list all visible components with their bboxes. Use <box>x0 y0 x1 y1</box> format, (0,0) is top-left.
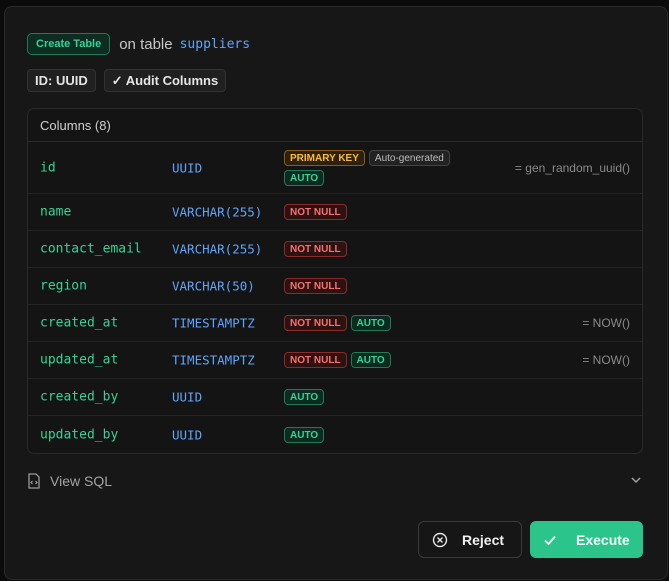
reject-label: Reject <box>462 531 505 548</box>
view-sql-label: View SQL <box>50 473 112 489</box>
auto-badge: AUTO <box>284 389 325 405</box>
column-name: id <box>40 160 56 175</box>
not-null-badge: NOT NULL <box>284 204 347 220</box>
reject-button[interactable]: Reject <box>418 521 522 558</box>
column-badges: AUTO <box>284 389 484 405</box>
tag-list: ID: UUID ✓ Audit Columns <box>27 69 227 92</box>
column-badges: NOT NULL <box>284 241 484 257</box>
table-name: suppliers <box>179 36 251 52</box>
auto-badge: AUTO <box>284 426 325 443</box>
column-row: region VARCHAR(50) NOT NULL <box>28 268 642 305</box>
column-type: VARCHAR(255) <box>172 241 263 257</box>
execute-button[interactable]: Execute <box>530 521 643 558</box>
tag-audit-columns: ✓ Audit Columns <box>103 69 227 92</box>
column-name: region <box>40 278 87 294</box>
auto-badge: AUTO <box>350 352 391 368</box>
auto-badge: AUTO <box>350 315 391 331</box>
column-name: updated_at <box>40 352 119 368</box>
column-name: updated_by <box>40 427 119 442</box>
column-name: created_at <box>40 315 119 331</box>
header: Create Table on table suppliers <box>27 33 250 55</box>
column-badges: PRIMARY KEY Auto-generated AUTO <box>284 149 484 186</box>
column-type: TIMESTAMPTZ <box>172 315 255 331</box>
column-badges: NOT NULL <box>284 278 484 294</box>
column-type: UUID <box>172 389 203 405</box>
code-file-icon <box>28 473 40 489</box>
column-badges: AUTO <box>284 426 484 443</box>
column-default: = NOW() <box>582 316 630 330</box>
check-icon <box>544 535 556 545</box>
chevron-down-icon[interactable] <box>629 473 643 487</box>
x-circle-icon <box>432 532 448 547</box>
column-default: = NOW() <box>582 353 630 367</box>
column-type: VARCHAR(255) <box>172 204 263 220</box>
on-table-label: on table <box>119 35 173 53</box>
create-table-panel: Create Table on table suppliers ID: UUID… <box>4 6 668 580</box>
column-type: TIMESTAMPTZ <box>172 352 255 368</box>
column-name: created_by <box>40 389 119 405</box>
columns-list: id UUID PRIMARY KEY Auto-generated AUTO = gen… <box>28 142 642 453</box>
column-name: name <box>40 204 72 220</box>
columns-title: Columns (8) <box>28 109 642 142</box>
column-badges: NOT NULL <box>284 204 484 220</box>
tag-id-type: ID: UUID <box>27 69 96 92</box>
column-row: contact_email VARCHAR(255) NOT NULL <box>28 231 642 268</box>
not-null-badge: NOT NULL <box>284 352 347 368</box>
column-type: UUID <box>172 160 203 175</box>
column-default: = gen_random_uuid() <box>514 160 630 175</box>
column-row: name VARCHAR(255) NOT NULL <box>28 194 642 231</box>
not-null-badge: NOT NULL <box>284 241 347 257</box>
column-row: updated_by UUID AUTO <box>28 416 642 453</box>
column-row: id UUID PRIMARY KEY Auto-generated AUTO = gen… <box>28 142 642 194</box>
column-row: created_at TIMESTAMPTZ NOT NULL AUTO = NOW() <box>28 305 642 342</box>
execute-label: Execute <box>576 531 630 548</box>
columns-section: Columns (8) id UUID PRIMARY KEY Auto-genera… <box>27 108 643 454</box>
column-name: contact_email <box>40 241 142 257</box>
column-badges: NOT NULL AUTO <box>284 352 484 368</box>
auto-badge: AUTO <box>284 169 325 186</box>
auto-generated-badge: Auto-generated <box>368 149 450 166</box>
column-badges: NOT NULL AUTO <box>284 315 484 331</box>
not-null-badge: NOT NULL <box>284 278 347 294</box>
action-badge: Create Table <box>27 33 111 55</box>
column-type: VARCHAR(50) <box>172 278 255 294</box>
primary-key-badge: PRIMARY KEY <box>284 149 365 166</box>
column-row: updated_at TIMESTAMPTZ NOT NULL AUTO = NOW() <box>28 342 642 379</box>
column-row: created_by UUID AUTO <box>28 379 642 416</box>
view-sql-toggle[interactable]: View SQL <box>27 471 643 491</box>
column-type: UUID <box>172 427 203 442</box>
not-null-badge: NOT NULL <box>284 315 347 331</box>
